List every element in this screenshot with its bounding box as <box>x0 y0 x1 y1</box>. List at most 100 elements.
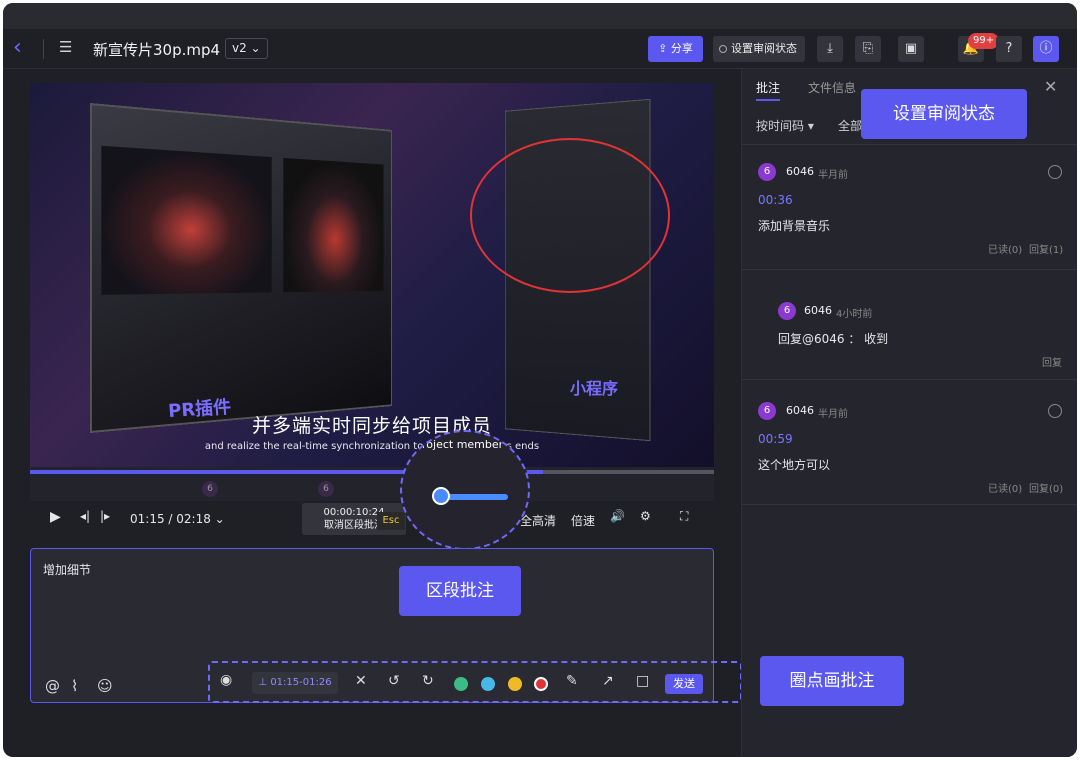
file-list-icon[interactable]: ☰ <box>59 38 77 58</box>
export-icon[interactable]: ⎘ <box>855 36 881 62</box>
speed-button[interactable]: 倍速 <box>571 512 595 529</box>
next-frame-icon[interactable]: |▸ <box>100 509 110 523</box>
lens-text: roject member <box>422 438 504 451</box>
comment-timecode[interactable]: 00:59 <box>758 432 793 446</box>
notification-badge: 99+ <box>968 33 1000 49</box>
review-status-button[interactable]: 设置审阅状态 <box>713 36 805 62</box>
comment-author: 6046 <box>786 165 814 178</box>
color-swatch-green[interactable] <box>454 677 468 691</box>
attach-icon[interactable]: ⌇ <box>71 677 78 695</box>
callout-segment: 区段批注 <box>399 566 521 616</box>
file-title: 新宣传片30p.mp4 <box>93 41 221 59</box>
tab-file-info[interactable]: 文件信息 <box>808 79 856 96</box>
info-icon[interactable]: ⓘ <box>1033 36 1059 62</box>
time-range-chip[interactable]: ⊥ 01:15-01:26 <box>252 672 338 694</box>
close-icon[interactable]: ✕ <box>355 673 367 689</box>
help-icon[interactable]: ? <box>996 36 1022 62</box>
comment-item[interactable]: 6 6046 半月前 00:59 这个地方可以 已读(0) 回复(0) <box>742 380 1077 505</box>
comment-marker[interactable]: 6 <box>318 481 334 497</box>
reply-link[interactable]: 回复 <box>1042 354 1062 369</box>
play-icon[interactable]: ▶ <box>50 509 61 525</box>
subtitle-cn: 并多端实时同步给项目成员 <box>251 415 492 437</box>
comment-item[interactable]: 6 6046 半月前 00:36 添加背景音乐 已读(0) 回复(1) <box>742 145 1077 270</box>
window-titlebar <box>3 3 1077 29</box>
read-count[interactable]: 已读(0) <box>988 480 1022 495</box>
comment-timecode[interactable]: 00:36 <box>758 193 793 207</box>
comment-author: 6046 <box>786 404 814 417</box>
callout-review-status: 设置审阅状态 <box>861 89 1027 139</box>
comment-when: 半月前 <box>818 409 848 420</box>
color-swatch-yellow[interactable] <box>508 677 522 691</box>
pen-icon[interactable]: ✎ <box>566 673 578 689</box>
comment-author: 6046 <box>804 304 832 317</box>
close-icon[interactable]: ✕ <box>1044 77 1057 96</box>
pin-icon: ⊥ <box>258 677 271 688</box>
car-preview-left <box>101 145 272 295</box>
comment-when: 半月前 <box>818 170 848 181</box>
quality-button[interactable]: 全高清 <box>520 512 556 529</box>
image-icon[interactable]: ▣ <box>898 36 924 62</box>
resolve-circle-icon[interactable] <box>1048 404 1062 418</box>
download-icon[interactable]: ⤓ <box>817 36 843 62</box>
read-count[interactable]: 已读(0) <box>988 241 1022 256</box>
emoji-icon[interactable]: ☺ <box>97 677 113 695</box>
video-player[interactable]: PR插件 小程序 并多端实时同步给项目成员 and realize the re… <box>30 83 714 467</box>
redo-icon[interactable]: ↻ <box>422 673 434 689</box>
editor-window-graphic <box>90 103 393 433</box>
callout-draw: 圈点画批注 <box>760 656 904 706</box>
review-app: ‹ ☰ 新宣传片30p.mp4 v2 ⌄ ⇪ 分享 设置审阅状态 ⤓ ⎘ ▣ 🔔… <box>3 3 1077 757</box>
undo-icon[interactable]: ↺ <box>388 673 400 689</box>
subtitle-en: and realize the real-time synchronizatio… <box>204 441 540 452</box>
comment-input-text[interactable]: 增加细节 <box>43 561 91 578</box>
comment-text: 这个地方可以 <box>758 458 831 472</box>
header-divider <box>43 39 44 59</box>
esc-key: Esc <box>377 512 405 530</box>
draw-toolbar: ◉ ⊥ 01:15-01:26 ✕ ↺ ↻ ✎ ↗ □ 发送 <box>208 661 742 703</box>
mention-icon[interactable]: @ <box>45 677 60 695</box>
comments-panel: 批注 文件信息 ✕ 按时间码 ▾ 全部 6 6046 半月前 00:36 添加背… <box>741 69 1077 757</box>
progress-track[interactable] <box>30 470 714 474</box>
avatar: 6 <box>758 163 776 181</box>
settings-icon[interactable]: ⚙ <box>640 509 651 523</box>
comment-reply-item[interactable]: 6 6046 4小时前 回复@6046 ： 收到 回复 <box>742 270 1077 380</box>
header: ‹ ☰ 新宣传片30p.mp4 v2 ⌄ ⇪ 分享 设置审阅状态 ⤓ ⎘ ▣ 🔔… <box>3 29 1077 69</box>
back-arrow-icon[interactable]: ‹ <box>13 37 35 61</box>
comment-text: 添加背景音乐 <box>758 219 831 233</box>
active-tab-underline <box>756 99 780 101</box>
player-controls: ▶ ◂| |▸ 01:15 / 02:18 ⌄ 00:00:10:24 取消区段… <box>30 501 714 537</box>
volume-icon[interactable]: 🔊 <box>610 509 625 523</box>
version-selector[interactable]: v2 ⌄ <box>225 38 268 59</box>
share-icon: ⇪ <box>658 42 671 55</box>
segment-handle[interactable] <box>432 487 450 505</box>
comment-marker[interactable]: 6 <box>202 481 218 497</box>
share-label: 分享 <box>670 42 693 55</box>
time-range: 01:15-01:26 <box>270 677 332 688</box>
rectangle-icon[interactable]: □ <box>636 673 649 689</box>
color-swatch-blue[interactable] <box>481 677 495 691</box>
filter-timecode[interactable]: 按时间码 ▾ <box>756 117 814 134</box>
reply-count[interactable]: 回复(1) <box>1029 241 1063 256</box>
tab-comments[interactable]: 批注 <box>756 79 780 96</box>
status-ring-icon <box>719 45 727 53</box>
avatar: 6 <box>758 402 776 420</box>
miniprogram-label: 小程序 <box>570 379 619 398</box>
comment-text: 回复@6046 ： 收到 <box>778 332 889 346</box>
arrow-icon[interactable]: ↗ <box>602 673 614 689</box>
color-swatch-red[interactable] <box>534 677 548 691</box>
globe-icon[interactable]: ◉ <box>220 672 232 688</box>
segment-magnifier: roject member <box>400 430 530 550</box>
reply-count[interactable]: 回复(0) <box>1029 480 1063 495</box>
avatar: 6 <box>778 302 796 320</box>
annotation-circle <box>470 138 670 293</box>
resolve-circle-icon[interactable] <box>1048 165 1062 179</box>
share-button[interactable]: ⇪ 分享 <box>648 36 703 62</box>
fullscreen-icon[interactable]: ⛶ <box>680 509 688 524</box>
car-preview-right <box>283 157 384 293</box>
filter-all[interactable]: 全部 <box>838 117 862 134</box>
send-button[interactable]: 发送 <box>665 674 703 694</box>
prev-frame-icon[interactable]: ◂| <box>80 509 90 523</box>
review-status-label: 设置审阅状态 <box>731 42 797 55</box>
timecode[interactable]: 01:15 / 02:18 ⌄ <box>130 512 225 526</box>
timeline[interactable]: 6 6 <box>30 467 714 501</box>
comment-when: 4小时前 <box>836 309 873 320</box>
